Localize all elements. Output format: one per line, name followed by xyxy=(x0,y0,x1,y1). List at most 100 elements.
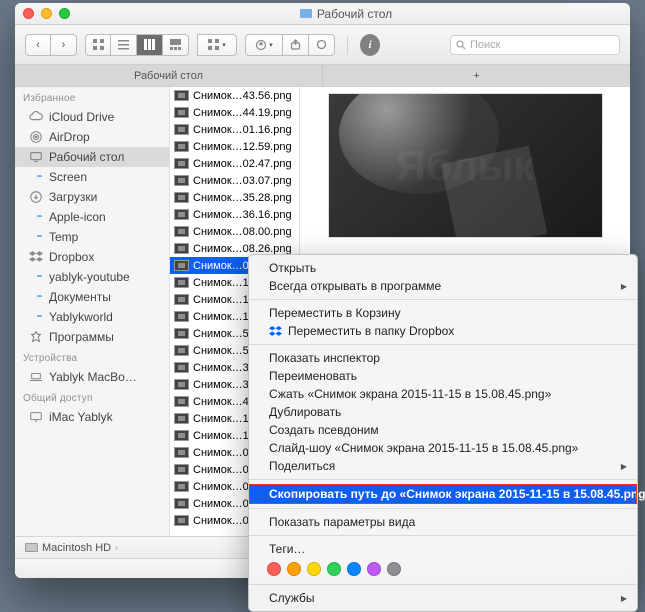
hard-drive-icon xyxy=(25,543,38,552)
sidebar-item-label: Temp xyxy=(49,230,78,244)
ctx-share[interactable]: Поделиться xyxy=(249,457,637,475)
sidebar-item-label: Рабочий стол xyxy=(49,150,124,164)
sidebar-item[interactable]: Temp xyxy=(15,227,169,247)
back-button[interactable]: ‹ xyxy=(25,34,51,56)
desktop-icon xyxy=(29,150,43,164)
sidebar-item[interactable]: Yablykworld xyxy=(15,307,169,327)
view-list-button[interactable] xyxy=(111,34,137,56)
file-name: Снимок…12.59.png xyxy=(193,141,292,153)
file-name: Снимок…03.07.png xyxy=(193,175,292,187)
file-thumb-icon xyxy=(174,430,189,441)
sidebar-item-label: Загрузки xyxy=(49,190,97,204)
file-thumb-icon xyxy=(174,260,189,271)
tag-color[interactable] xyxy=(287,562,301,576)
tab-bar: Рабочий стол + xyxy=(15,65,630,87)
file-thumb-icon xyxy=(174,481,189,492)
tab-desktop[interactable]: Рабочий стол xyxy=(15,65,322,86)
file-thumb-icon xyxy=(174,226,189,237)
view-columns-button[interactable] xyxy=(137,34,163,56)
ctx-services[interactable]: Службы xyxy=(249,589,637,607)
laptop-icon xyxy=(29,370,43,384)
file-name: Снимок…08.00.png xyxy=(193,226,292,238)
sidebar-item[interactable]: Документы xyxy=(15,287,169,307)
ctx-trash[interactable]: Переместить в Корзину xyxy=(249,304,637,322)
action-button[interactable]: ▾ xyxy=(245,34,283,56)
sidebar-item[interactable]: iCloud Drive xyxy=(15,107,169,127)
ctx-rename[interactable]: Переименовать xyxy=(249,367,637,385)
tag-color[interactable] xyxy=(267,562,281,576)
sidebar-item[interactable]: yablyk-youtube xyxy=(15,267,169,287)
tag-color[interactable] xyxy=(307,562,321,576)
sidebar-item[interactable]: Dropbox xyxy=(15,247,169,267)
sidebar-item-label: Apple-icon xyxy=(49,210,106,224)
ctx-dropbox[interactable]: Переместить в папку Dropbox xyxy=(249,322,637,340)
tag-color[interactable] xyxy=(387,562,401,576)
sidebar-item[interactable]: Screen xyxy=(15,167,169,187)
file-thumb-icon xyxy=(174,294,189,305)
toolbar: ‹ › ▾ ▾ xyxy=(15,25,630,65)
sidebar-item[interactable]: Apple-icon xyxy=(15,207,169,227)
sidebar-item-label: iCloud Drive xyxy=(49,110,114,124)
ctx-tags-label: Теги… xyxy=(249,540,637,558)
file-thumb-icon xyxy=(174,328,189,339)
file-item[interactable]: Снимок…35.28.png xyxy=(170,189,299,206)
cloud-icon xyxy=(29,110,43,124)
ctx-duplicate[interactable]: Дублировать xyxy=(249,403,637,421)
tags-button[interactable] xyxy=(309,34,335,56)
sidebar-item-label: Документы xyxy=(49,290,111,304)
file-thumb-icon xyxy=(174,107,189,118)
file-item[interactable]: Снимок…03.07.png xyxy=(170,172,299,189)
sidebar-item[interactable]: Загрузки xyxy=(15,187,169,207)
file-item[interactable]: Снимок…44.19.png xyxy=(170,104,299,121)
file-item[interactable]: Снимок…01.16.png xyxy=(170,121,299,138)
file-thumb-icon xyxy=(174,209,189,220)
file-item[interactable]: Снимок…02.47.png xyxy=(170,155,299,172)
minimize-window-button[interactable] xyxy=(41,8,52,19)
close-window-button[interactable] xyxy=(23,8,34,19)
sidebar-item-label: Screen xyxy=(49,170,87,184)
search-field[interactable]: Поиск xyxy=(450,35,620,55)
tag-color[interactable] xyxy=(347,562,361,576)
airdrop-icon xyxy=(29,130,43,144)
traffic-lights xyxy=(23,8,70,19)
search-icon xyxy=(456,40,466,50)
zoom-window-button[interactable] xyxy=(59,8,70,19)
forward-button[interactable]: › xyxy=(51,34,77,56)
file-name: Снимок…08.26.png xyxy=(193,243,292,255)
path-segment[interactable]: Macintosh HD xyxy=(42,542,111,554)
ctx-copy-path[interactable]: Скопировать путь до «Снимок экрана 2015-… xyxy=(249,484,637,504)
sidebar-item[interactable]: Рабочий стол xyxy=(15,147,169,167)
file-thumb-icon xyxy=(174,192,189,203)
ctx-view-options[interactable]: Показать параметры вида xyxy=(249,513,637,531)
ctx-inspector[interactable]: Показать инспектор xyxy=(249,349,637,367)
sidebar-item[interactable]: Yablyk MacBo… xyxy=(15,367,169,387)
info-button[interactable]: i xyxy=(360,34,380,56)
ctx-compress[interactable]: Сжать «Снимок экрана 2015-11-15 в 15.08.… xyxy=(249,385,637,403)
action-share-group: ▾ xyxy=(245,34,335,56)
arrange-button[interactable]: ▾ xyxy=(197,34,237,56)
tag-color[interactable] xyxy=(367,562,381,576)
share-button[interactable] xyxy=(283,34,309,56)
file-item[interactable]: Снимок…36.16.png xyxy=(170,206,299,223)
ctx-open-with[interactable]: Всегда открывать в программе xyxy=(249,277,637,295)
file-item[interactable]: Снимок…43.56.png xyxy=(170,87,299,104)
sidebar-section-header: Избранное xyxy=(15,87,169,107)
file-name: Снимок…36.16.png xyxy=(193,209,292,221)
ctx-slideshow[interactable]: Слайд-шоу «Снимок экрана 2015-11-15 в 15… xyxy=(249,439,637,457)
view-gallery-button[interactable] xyxy=(163,34,189,56)
view-icons-button[interactable] xyxy=(85,34,111,56)
new-tab-button[interactable]: + xyxy=(322,65,630,86)
file-item[interactable]: Снимок…12.59.png xyxy=(170,138,299,155)
file-thumb-icon xyxy=(174,158,189,169)
sidebar-item[interactable]: AirDrop xyxy=(15,127,169,147)
tag-color[interactable] xyxy=(327,562,341,576)
sidebar-item[interactable]: Программы xyxy=(15,327,169,347)
ctx-alias[interactable]: Создать псевдоним xyxy=(249,421,637,439)
ctx-open[interactable]: Открыть xyxy=(249,259,637,277)
file-thumb-icon xyxy=(174,141,189,152)
sidebar-item-label: yablyk-youtube xyxy=(49,270,130,284)
file-thumb-icon xyxy=(174,464,189,475)
sidebar-item[interactable]: iMac Yablyk xyxy=(15,407,169,427)
file-thumb-icon xyxy=(174,277,189,288)
file-item[interactable]: Снимок…08.00.png xyxy=(170,223,299,240)
